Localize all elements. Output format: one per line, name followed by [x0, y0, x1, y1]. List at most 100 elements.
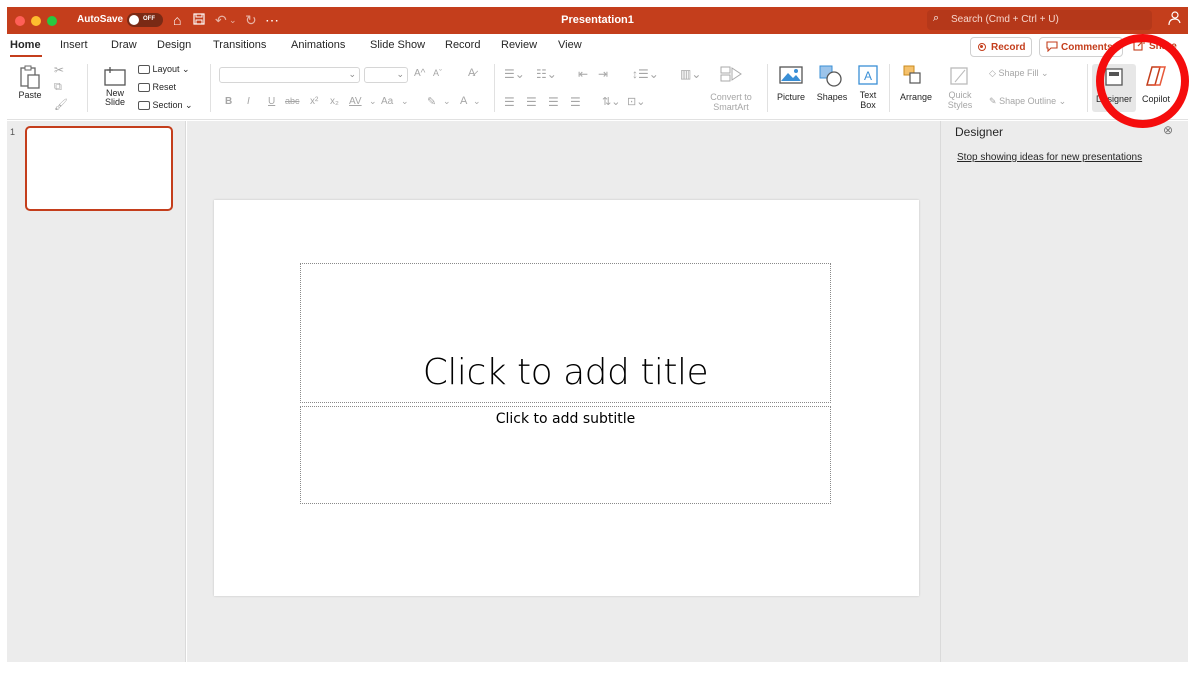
tab-transitions[interactable]: Transitions — [213, 39, 266, 51]
new-slide-button[interactable]: New Slide — [95, 64, 135, 107]
increase-indent-icon[interactable]: ⇥ — [598, 67, 608, 81]
redo-icon[interactable]: ↻ — [245, 11, 257, 29]
font-size-dropdown[interactable]: ⌄ — [364, 67, 408, 83]
share-icon — [1133, 39, 1145, 54]
align-center-icon[interactable]: ☰ — [526, 95, 537, 109]
home-icon[interactable]: ⌂ — [173, 11, 181, 29]
shape-outline-label: Shape Outline — [999, 96, 1057, 106]
convert-to-smartart-button[interactable]: Convert to SmartArt — [702, 64, 760, 112]
tab-design[interactable]: Design — [157, 39, 191, 51]
layout-button[interactable]: Layout ⌄ — [138, 64, 190, 75]
tab-slide-show[interactable]: Slide Show — [370, 39, 425, 51]
text-box-icon: A — [858, 65, 878, 85]
tab-insert[interactable]: Insert — [60, 39, 88, 51]
reset-button[interactable]: Reset — [138, 82, 176, 93]
bullets-icon[interactable]: ☰⌄ — [504, 67, 525, 81]
subtitle-placeholder[interactable]: Click to add subtitle — [300, 406, 831, 504]
superscript-button[interactable]: x² — [310, 96, 318, 107]
decrease-font-size-button[interactable]: Aˇ — [433, 68, 442, 78]
align-left-icon[interactable]: ☰ — [504, 95, 515, 109]
close-icon[interactable]: ⊗ — [1163, 123, 1173, 137]
undo-dropdown-chevron-icon[interactable]: ⌄ — [229, 11, 237, 29]
char-spacing-chevron-icon[interactable]: ⌄ — [369, 96, 377, 107]
line-spacing-icon[interactable]: ↕☰⌄ — [632, 67, 659, 81]
search-icon: ⌕ — [933, 12, 940, 24]
italic-button[interactable]: I — [247, 96, 250, 107]
justify-icon[interactable]: ☰ — [570, 95, 581, 109]
text-box-label-1: Text — [859, 90, 877, 100]
shape-fill-button[interactable]: ◇ Shape Fill ⌄ — [989, 68, 1049, 79]
shapes-icon — [819, 65, 842, 87]
separator — [210, 64, 211, 112]
picture-label: Picture — [776, 92, 805, 102]
arrange-icon — [903, 65, 921, 84]
change-case-button[interactable]: Aa — [381, 96, 393, 107]
designer-button[interactable]: Designer — [1092, 64, 1136, 112]
record-icon — [978, 43, 986, 51]
subscript-button[interactable]: x₂ — [330, 96, 339, 107]
shape-outline-button[interactable]: ✎ Shape Outline ⌄ — [989, 96, 1066, 107]
copilot-icon — [1146, 66, 1166, 86]
title-placeholder[interactable]: Click to add title — [300, 263, 831, 403]
copy-icon[interactable]: ⧉ — [54, 81, 62, 94]
underline-button[interactable]: U — [268, 96, 275, 107]
tab-draw[interactable]: Draw — [111, 39, 137, 51]
quick-styles-button[interactable]: Quick Styles — [940, 64, 980, 110]
font-color-chevron-icon[interactable]: ⌄ — [473, 96, 481, 107]
align-right-icon[interactable]: ☰ — [548, 95, 559, 109]
font-color-icon[interactable]: A — [460, 95, 467, 107]
columns-icon[interactable]: ▥⌄ — [680, 67, 701, 81]
text-box-button[interactable]: A Text Box — [855, 64, 881, 110]
strikethrough-button[interactable]: abc — [285, 96, 300, 106]
save-icon[interactable] — [193, 11, 205, 29]
tab-record[interactable]: Record — [445, 39, 480, 51]
ribbon-tabs: Home Insert Draw Design Transitions Anim… — [7, 34, 1188, 58]
share-button[interactable]: Share — [1129, 37, 1185, 57]
character-spacing-button[interactable]: AV — [349, 96, 362, 107]
more-commands-icon[interactable]: ⋯ — [265, 11, 279, 29]
paste-button[interactable]: Paste — [13, 64, 47, 100]
highlight-chevron-icon[interactable]: ⌄ — [443, 96, 451, 107]
zoom-window-button[interactable] — [47, 16, 57, 26]
highlighter-icon[interactable]: ✎ — [427, 95, 436, 108]
tab-view[interactable]: View — [558, 39, 582, 51]
close-window-button[interactable] — [15, 16, 25, 26]
subtitle-placeholder-text: Click to add subtitle — [495, 411, 636, 427]
record-label: Record — [991, 42, 1026, 53]
align-text-icon[interactable]: ⊡⌄ — [627, 95, 645, 108]
slide-thumbnail[interactable] — [25, 126, 173, 211]
shapes-button[interactable]: Shapes — [813, 64, 851, 102]
tab-review[interactable]: Review — [501, 39, 537, 51]
arrange-button[interactable]: Arrange — [896, 64, 936, 102]
record-button[interactable]: Record — [970, 37, 1032, 57]
comments-button[interactable]: Comments — [1039, 37, 1123, 57]
slide[interactable]: Click to add title Click to add subtitle — [214, 200, 919, 596]
search-box[interactable]: ⌕ Search (Cmd + Ctrl + U) — [927, 10, 1152, 30]
section-button[interactable]: Section ⌄ — [138, 100, 193, 111]
quick-styles-icon — [950, 67, 968, 85]
account-icon[interactable] — [1167, 10, 1181, 29]
copilot-label: Copilot — [1141, 94, 1170, 104]
increase-font-size-button[interactable]: A^ — [414, 68, 425, 79]
decrease-indent-icon[interactable]: ⇤ — [578, 67, 588, 81]
change-case-chevron-icon[interactable]: ⌄ — [401, 96, 409, 107]
tab-home[interactable]: Home — [10, 39, 41, 51]
numbering-icon[interactable]: ☷⌄ — [536, 67, 557, 81]
undo-icon[interactable]: ↶ — [215, 11, 227, 29]
autosave-toggle[interactable]: OFF — [127, 13, 163, 27]
cut-icon[interactable]: ✂ — [54, 63, 64, 77]
bold-button[interactable]: B — [225, 96, 232, 107]
paint-bucket-icon: ◇ — [989, 68, 996, 78]
paste-icon — [20, 65, 40, 89]
designer-icon — [1105, 68, 1123, 86]
text-direction-icon[interactable]: ⇅⌄ — [602, 95, 620, 108]
copilot-button[interactable]: Copilot — [1136, 64, 1176, 104]
clear-formatting-icon[interactable]: A̷ — [468, 67, 475, 79]
minimize-window-button[interactable] — [31, 16, 41, 26]
autosave-label: AutoSave — [77, 14, 124, 25]
stop-showing-ideas-link[interactable]: Stop showing ideas for new presentations — [957, 152, 1142, 163]
tab-animations[interactable]: Animations — [291, 39, 345, 51]
picture-button[interactable]: Picture — [772, 64, 810, 102]
format-painter-icon[interactable]: 🖌 — [54, 98, 68, 111]
font-name-dropdown[interactable]: ⌄ — [219, 67, 360, 83]
